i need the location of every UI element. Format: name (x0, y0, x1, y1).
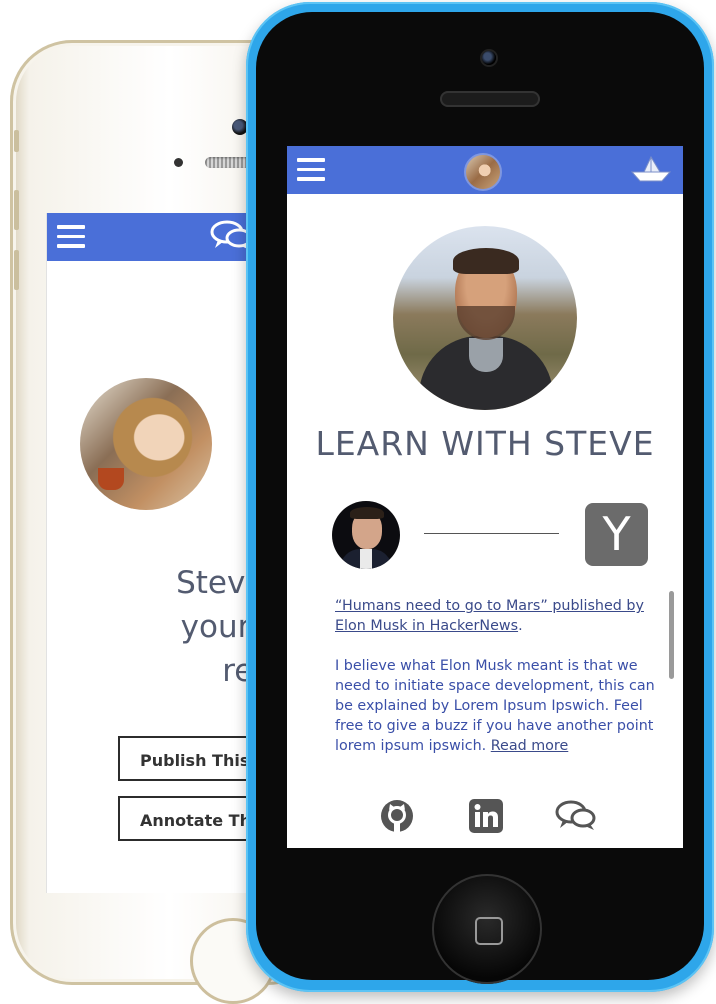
github-icon (381, 800, 413, 833)
profile-avatar[interactable] (464, 153, 502, 191)
mute-switch (14, 130, 19, 152)
volume-up-button (14, 190, 19, 230)
front-phone-screen: LEARN WITH STEVE Y “Humans need to go to… (287, 146, 683, 848)
post-body: I believe what Elon Musk meant is that w… (335, 656, 655, 756)
read-more-link[interactable]: Read more (491, 738, 569, 754)
divider-line (424, 533, 559, 534)
back-phone-screen: Steve has a your conve reque Publish Thi… (46, 213, 277, 893)
author-avatar[interactable] (332, 501, 400, 569)
back-app-header (47, 213, 277, 261)
post-source: “Humans need to go to Mars” published by… (335, 596, 655, 636)
app-header (287, 146, 683, 194)
hackernews-logo-icon[interactable]: Y (585, 503, 648, 566)
front-camera (482, 51, 496, 65)
linkedin-icon (469, 799, 503, 833)
linkedin-link[interactable] (468, 798, 504, 834)
volume-down-button (14, 250, 19, 290)
page-title: LEARN WITH STEVE (315, 424, 655, 463)
hamburger-icon[interactable] (297, 158, 325, 187)
home-button[interactable] (432, 874, 542, 984)
user-avatar-woman (80, 378, 212, 510)
chat-link[interactable] (555, 798, 597, 834)
earpiece-speaker (440, 91, 540, 107)
post-source-period: . (518, 618, 523, 634)
paper-boat-icon[interactable] (630, 154, 672, 184)
github-link[interactable] (379, 798, 415, 834)
chat-bubbles-icon (555, 800, 596, 830)
scrollbar[interactable] (669, 591, 674, 679)
proximity-sensor (174, 158, 183, 167)
hamburger-icon[interactable] (57, 225, 85, 254)
steve-avatar (393, 226, 577, 410)
post-source-link[interactable]: “Humans need to go to Mars” published by… (335, 598, 644, 634)
